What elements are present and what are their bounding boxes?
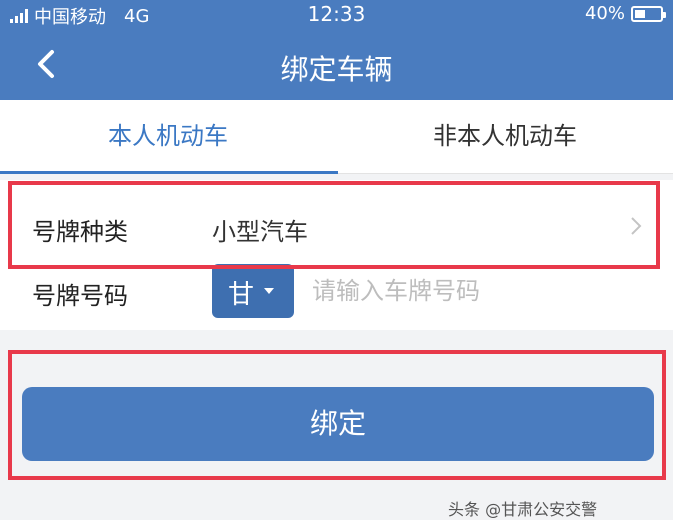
plate-type-row[interactable]: 号牌种类 小型汽车: [0, 186, 673, 262]
plate-number-input[interactable]: [310, 266, 644, 316]
tab-active-indicator: [0, 171, 338, 174]
plate-number-label: 号牌号码: [32, 282, 128, 310]
battery-percent: 40%: [584, 3, 625, 24]
tab-other-vehicle[interactable]: 非本人机动车: [337, 100, 673, 173]
battery-info: 40%: [584, 3, 666, 24]
status-time: 12:33: [307, 2, 366, 26]
caret-down-icon: [264, 288, 274, 294]
plate-type-value: 小型汽车: [212, 218, 308, 246]
vehicle-form: 号牌种类 小型汽车 号牌号码 甘: [0, 180, 673, 330]
tab-own-vehicle[interactable]: 本人机动车: [0, 100, 336, 173]
plate-number-row: 号牌号码 甘: [0, 262, 673, 326]
province-value: 甘: [228, 280, 255, 310]
battery-icon: [631, 5, 666, 22]
status-bar: 中国移动 4G 12:33 40%: [0, 0, 673, 28]
plate-type-label: 号牌种类: [32, 218, 128, 246]
nav-bar: 绑定车辆: [0, 28, 673, 100]
page-title: 绑定车辆: [280, 53, 393, 86]
province-select[interactable]: 甘: [212, 264, 294, 318]
chevron-right-icon: [631, 217, 642, 235]
watermark: 头条 @甘肃公安交警: [448, 500, 598, 519]
tab-bar: 本人机动车 非本人机动车: [0, 100, 673, 174]
bind-button[interactable]: 绑定: [22, 387, 654, 461]
